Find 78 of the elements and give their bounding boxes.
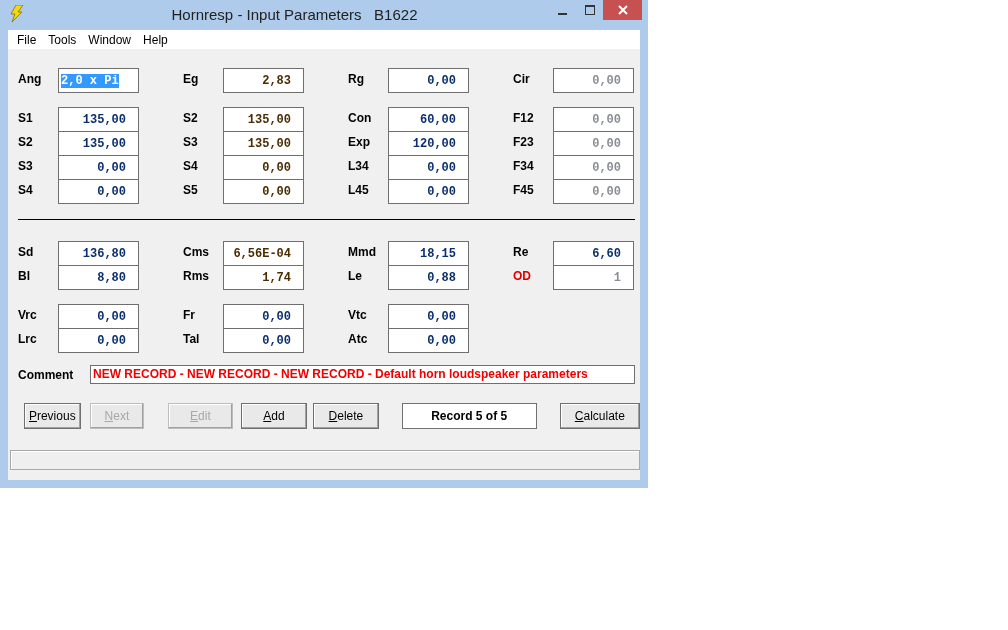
lightning-icon [10, 5, 24, 22]
value-field[interactable]: 1,74 [223, 265, 304, 290]
menu-item[interactable]: Tools [42, 30, 83, 49]
minimize-icon [558, 13, 567, 15]
field-label: Eg [183, 71, 200, 88]
menu-item[interactable]: Window [82, 30, 138, 49]
field-label: L45 [348, 182, 370, 199]
field-label: Cms [183, 244, 210, 261]
field-label: Atc [348, 331, 369, 348]
value-field[interactable]: 6,60 [553, 241, 634, 266]
value-field[interactable]: 136,80 [58, 241, 139, 266]
action-button[interactable]: Add [240, 403, 308, 429]
field-label: S1 [18, 110, 34, 127]
value-field[interactable]: 0,00 [58, 179, 139, 204]
comment-label: Comment [18, 367, 75, 382]
record-indicator: Record 5 of 5 [401, 403, 537, 429]
field-label: Exp [348, 134, 371, 151]
value-field[interactable]: 0,00 [223, 179, 304, 204]
maximize-icon [584, 5, 595, 15]
value-field[interactable]: 0,00 [223, 328, 304, 353]
value-field[interactable]: 0,00 [388, 68, 469, 93]
menu-item[interactable]: File [11, 30, 43, 49]
field-label: S2 [18, 134, 34, 151]
field-label: S4 [18, 182, 34, 199]
value-field[interactable]: 60,00 [388, 107, 469, 132]
window-title: Hornresp - Input Parameters B1622 [170, 5, 419, 23]
field-label: Mmd [348, 244, 377, 261]
field-label: S5 [183, 182, 199, 199]
field-label: OD [513, 268, 532, 285]
value-field[interactable]: 0,00 [388, 328, 469, 353]
field-label: Rg [348, 71, 365, 88]
value-field[interactable]: 135,00 [58, 107, 139, 132]
value-field[interactable]: 135,00 [223, 131, 304, 156]
field-label: Lrc [18, 331, 38, 348]
value-field[interactable]: 0,00 [223, 304, 304, 329]
close-icon [617, 5, 628, 15]
field-label: Ang [18, 71, 43, 88]
field-label: Re [513, 244, 530, 261]
value-field[interactable]: 0,00 [58, 304, 139, 329]
field-label: Vrc [18, 307, 38, 324]
field-label: S2 [183, 110, 199, 127]
field-label: F23 [513, 134, 535, 151]
field-label: Bl [18, 268, 31, 285]
value-field[interactable]: 0,00 [388, 155, 469, 180]
value-field[interactable]: 0,00 [58, 328, 139, 353]
field-label: F34 [513, 158, 535, 175]
value-field[interactable]: 0,88 [388, 265, 469, 290]
field-label: Rms [183, 268, 210, 285]
close-button[interactable] [603, 0, 642, 20]
field-label: Le [348, 268, 363, 285]
value-field[interactable]: 120,00 [388, 131, 469, 156]
action-button[interactable]: Delete [313, 403, 379, 429]
menu-item[interactable]: Help [137, 30, 174, 49]
field-label: S4 [183, 158, 199, 175]
field-label: S3 [183, 134, 199, 151]
value-field[interactable]: 135,00 [223, 107, 304, 132]
value-field[interactable]: 0,00 [388, 179, 469, 204]
field-label: L34 [348, 158, 370, 175]
field-label: Vtc [348, 307, 368, 324]
value-field[interactable]: 2,83 [223, 68, 304, 93]
field-label: Con [348, 110, 373, 127]
field-label: Tal [183, 331, 201, 348]
action-button[interactable]: Previous [24, 403, 81, 429]
field-label: Cir [513, 71, 531, 88]
value-field[interactable]: 0,00 [388, 304, 469, 329]
action-button[interactable]: Calculate [559, 403, 641, 429]
field-label: Fr [183, 307, 196, 324]
comment-field[interactable]: NEW RECORD - NEW RECORD - NEW RECORD - Default horn loudspeaker parameters [90, 365, 635, 384]
value-field[interactable]: 0,00 [58, 155, 139, 180]
field-label: Sd [18, 244, 35, 261]
value-field[interactable]: 0,00 [223, 155, 304, 180]
value-field[interactable]: 8,80 [58, 265, 139, 290]
value-field[interactable]: 18,15 [388, 241, 469, 266]
value-field[interactable]: 6,56E-04 [223, 241, 304, 266]
value-field[interactable]: 135,00 [58, 131, 139, 156]
field-label: F12 [513, 110, 535, 127]
field-label: F45 [513, 182, 535, 199]
field-label: S3 [18, 158, 34, 175]
